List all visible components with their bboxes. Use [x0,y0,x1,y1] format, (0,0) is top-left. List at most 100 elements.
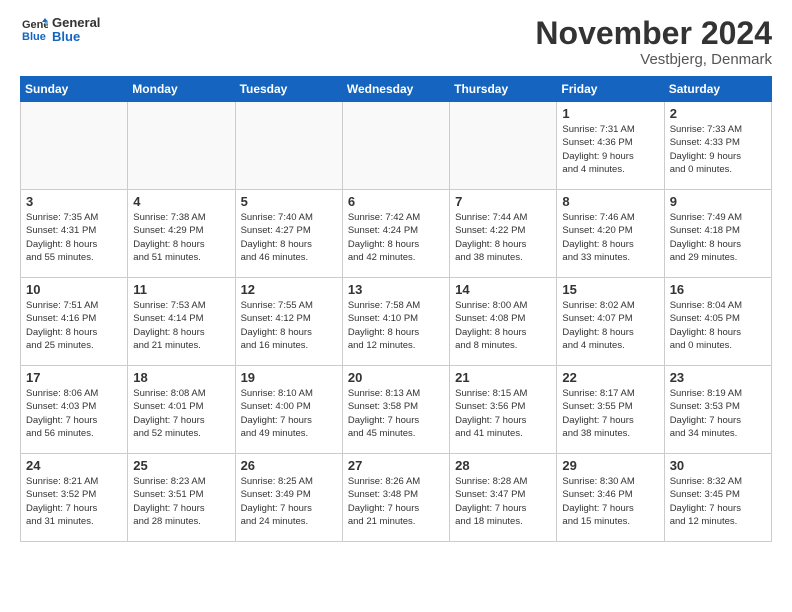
month-title: November 2024 [535,16,772,51]
day-info: Sunrise: 7:49 AMSunset: 4:18 PMDaylight:… [670,211,766,264]
calendar-week-2: 10 Sunrise: 7:51 AMSunset: 4:16 PMDayligh… [21,278,772,366]
logo-line1: General [52,16,100,30]
day-number: 16 [670,282,766,297]
calendar-cell: 25Sunrise: 8:23 AMSunset: 3:51 PMDayligh… [128,454,235,542]
day-number: 20 [348,370,444,385]
day-info: Sunrise: 8:19 AMSunset: 3:53 PMDaylight:… [670,387,766,440]
calendar-cell: 18 Sunrise: 8:08 AMSunset: 4:01 PMDayligh… [128,366,235,454]
calendar-cell: 30Sunrise: 8:32 AMSunset: 3:45 PMDayligh… [664,454,771,542]
day-info: Sunrise: 7:46 AMSunset: 4:20 PMDaylight:… [562,211,658,264]
day-number: 1 [562,106,658,121]
day-number: 13 [348,282,444,297]
day-number: 18 [133,370,229,385]
calendar-cell: 17 Sunrise: 8:06 AMSunset: 4:03 PMDayligh… [21,366,128,454]
day-number: 8 [562,194,658,209]
calendar-cell: 14 Sunrise: 8:00 AMSunset: 4:08 PMDayligh… [450,278,557,366]
day-number: 27 [348,458,444,473]
day-number: 26 [241,458,337,473]
calendar-cell: 8 Sunrise: 7:46 AMSunset: 4:20 PMDaylight… [557,190,664,278]
day-info: Sunrise: 7:31 AMSunset: 4:36 PMDaylight:… [562,123,658,176]
logo-line2: Blue [52,30,100,44]
calendar-cell: 4 Sunrise: 7:38 AMSunset: 4:29 PMDaylight… [128,190,235,278]
day-info: Sunrise: 8:17 AMSunset: 3:55 PMDaylight:… [562,387,658,440]
day-info: Sunrise: 8:26 AMSunset: 3:48 PMDaylight:… [348,475,444,528]
day-info: Sunrise: 7:33 AMSunset: 4:33 PMDaylight:… [670,123,766,176]
day-info: Sunrise: 7:40 AMSunset: 4:27 PMDaylight:… [241,211,337,264]
day-number: 7 [455,194,551,209]
calendar-cell: 9 Sunrise: 7:49 AMSunset: 4:18 PMDaylight… [664,190,771,278]
day-info: Sunrise: 8:04 AMSunset: 4:05 PMDaylight:… [670,299,766,352]
day-info: Sunrise: 7:51 AMSunset: 4:16 PMDaylight:… [26,299,122,352]
calendar-cell: 7 Sunrise: 7:44 AMSunset: 4:22 PMDaylight… [450,190,557,278]
day-info: Sunrise: 8:28 AMSunset: 3:47 PMDaylight:… [455,475,551,528]
day-info: Sunrise: 8:08 AMSunset: 4:01 PMDaylight:… [133,387,229,440]
calendar-week-0: 1 Sunrise: 7:31 AMSunset: 4:36 PMDaylight… [21,102,772,190]
day-info: Sunrise: 7:42 AMSunset: 4:24 PMDaylight:… [348,211,444,264]
calendar-cell: 2 Sunrise: 7:33 AMSunset: 4:33 PMDaylight… [664,102,771,190]
calendar-cell: 22 Sunrise: 8:17 AMSunset: 3:55 PMDayligh… [557,366,664,454]
day-info: Sunrise: 7:38 AMSunset: 4:29 PMDaylight:… [133,211,229,264]
day-number: 11 [133,282,229,297]
header-monday: Monday [128,77,235,102]
calendar-cell: 24 Sunrise: 8:21 AMSunset: 3:52 PMDayligh… [21,454,128,542]
calendar-cell: 3Sunrise: 7:35 AMSunset: 4:31 PMDaylight… [21,190,128,278]
day-number: 9 [670,194,766,209]
day-number: 25 [133,458,229,473]
day-number: 17 [26,370,122,385]
day-info: Sunrise: 8:00 AMSunset: 4:08 PMDaylight:… [455,299,551,352]
day-info: Sunrise: 7:44 AMSunset: 4:22 PMDaylight:… [455,211,551,264]
calendar-week-1: 3Sunrise: 7:35 AMSunset: 4:31 PMDaylight… [21,190,772,278]
calendar-week-4: 24 Sunrise: 8:21 AMSunset: 3:52 PMDayligh… [21,454,772,542]
calendar-cell: 6Sunrise: 7:42 AMSunset: 4:24 PMDaylight… [342,190,449,278]
calendar-table: Sunday Monday Tuesday Wednesday Thursday… [20,76,772,542]
day-number: 19 [241,370,337,385]
day-number: 22 [562,370,658,385]
calendar-cell: 12Sunrise: 7:55 AMSunset: 4:12 PMDayligh… [235,278,342,366]
calendar-cell: 28Sunrise: 8:28 AMSunset: 3:47 PMDayligh… [450,454,557,542]
calendar-cell [450,102,557,190]
day-info: Sunrise: 8:02 AMSunset: 4:07 PMDaylight:… [562,299,658,352]
header-wednesday: Wednesday [342,77,449,102]
day-info: Sunrise: 8:13 AMSunset: 3:58 PMDaylight:… [348,387,444,440]
calendar-cell: 21 Sunrise: 8:15 AMSunset: 3:56 PMDayligh… [450,366,557,454]
header-friday: Friday [557,77,664,102]
day-info: Sunrise: 8:15 AMSunset: 3:56 PMDaylight:… [455,387,551,440]
day-info: Sunrise: 8:10 AMSunset: 4:00 PMDaylight:… [241,387,337,440]
day-number: 15 [562,282,658,297]
day-info: Sunrise: 8:30 AMSunset: 3:46 PMDaylight:… [562,475,658,528]
calendar-cell [342,102,449,190]
day-number: 30 [670,458,766,473]
calendar-cell: 23 Sunrise: 8:19 AMSunset: 3:53 PMDayligh… [664,366,771,454]
day-number: 10 [26,282,122,297]
logo: General Blue General Blue [20,16,100,45]
day-number: 4 [133,194,229,209]
calendar-cell: 29 Sunrise: 8:30 AMSunset: 3:46 PMDayligh… [557,454,664,542]
calendar-cell: 11Sunrise: 7:53 AMSunset: 4:14 PMDayligh… [128,278,235,366]
day-number: 24 [26,458,122,473]
day-number: 21 [455,370,551,385]
calendar-cell [128,102,235,190]
day-number: 3 [26,194,122,209]
day-info: Sunrise: 8:21 AMSunset: 3:52 PMDaylight:… [26,475,122,528]
day-number: 29 [562,458,658,473]
location: Vestbjerg, Denmark [535,51,772,68]
day-info: Sunrise: 7:55 AMSunset: 4:12 PMDaylight:… [241,299,337,352]
day-number: 23 [670,370,766,385]
header: General Blue General Blue November 2024 … [20,16,772,68]
calendar-cell: 5 Sunrise: 7:40 AMSunset: 4:27 PMDaylight… [235,190,342,278]
day-info: Sunrise: 8:25 AMSunset: 3:49 PMDaylight:… [241,475,337,528]
page: General Blue General Blue November 2024 … [0,0,792,612]
calendar-cell: 16 Sunrise: 8:04 AMSunset: 4:05 PMDayligh… [664,278,771,366]
calendar-cell: 26 Sunrise: 8:25 AMSunset: 3:49 PMDayligh… [235,454,342,542]
calendar-cell: 27 Sunrise: 8:26 AMSunset: 3:48 PMDayligh… [342,454,449,542]
calendar-cell [235,102,342,190]
header-sunday: Sunday [21,77,128,102]
day-number: 2 [670,106,766,121]
header-thursday: Thursday [450,77,557,102]
title-area: November 2024 Vestbjerg, Denmark [535,16,772,68]
header-row: Sunday Monday Tuesday Wednesday Thursday… [21,77,772,102]
calendar-cell: 1 Sunrise: 7:31 AMSunset: 4:36 PMDaylight… [557,102,664,190]
day-number: 14 [455,282,551,297]
day-info: Sunrise: 8:06 AMSunset: 4:03 PMDaylight:… [26,387,122,440]
day-number: 5 [241,194,337,209]
